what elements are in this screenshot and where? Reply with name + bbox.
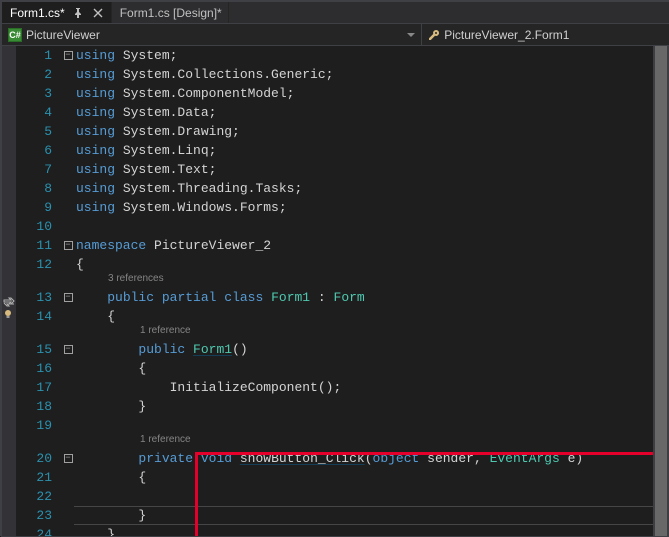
line-number: 4 (16, 103, 62, 122)
fold-toggle[interactable]: − (64, 345, 73, 354)
tab-label: Form1.cs* (10, 6, 65, 20)
codelens-class[interactable]: 3 references (74, 269, 164, 288)
code-editor[interactable]: 1 2 3 4 5 6 7 8 9 10 11 12 13 14 15 16 1… (2, 46, 669, 536)
csharp-project-icon: C# (8, 28, 22, 42)
line-number-gutter: 1 2 3 4 5 6 7 8 9 10 11 12 13 14 15 16 1… (16, 46, 62, 536)
line-number: 6 (16, 141, 62, 160)
line-number: 7 (16, 160, 62, 179)
codelens-handler[interactable]: 1 reference (74, 430, 191, 449)
context-member-dropdown[interactable]: PictureViewer_2.Form1 (422, 24, 669, 45)
vertical-scrollbar[interactable] (653, 46, 669, 536)
line-number: 1 (16, 46, 62, 65)
fold-toggle[interactable]: − (64, 454, 73, 463)
chevron-down-icon[interactable] (407, 31, 415, 39)
line-number: 20 (16, 449, 62, 468)
context-type-dropdown[interactable]: C# PictureViewer (2, 24, 422, 45)
context-right-label: PictureViewer_2.Form1 (444, 28, 569, 42)
close-icon[interactable] (91, 6, 105, 20)
scrollbar-thumb[interactable] (655, 46, 667, 536)
pin-icon[interactable] (71, 6, 85, 20)
indicator-margin (2, 46, 16, 536)
line-number: 5 (16, 122, 62, 141)
context-left-label: PictureViewer (26, 28, 100, 42)
line-number: 17 (16, 378, 62, 397)
line-number: 18 (16, 397, 62, 416)
context-bar: C# PictureViewer PictureViewer_2.Form1 (2, 24, 669, 46)
fold-toggle[interactable]: − (64, 293, 73, 302)
line-number: 23 (16, 506, 62, 525)
line-number: 12 (16, 255, 62, 274)
fold-toggle[interactable]: − (64, 51, 73, 60)
line-number (16, 274, 62, 288)
line-number: 10 (16, 217, 62, 236)
line-number: 14 (16, 307, 62, 326)
swap-icon[interactable] (3, 296, 15, 306)
fold-toggle[interactable]: − (64, 241, 73, 250)
tab-form1-cs[interactable]: Form1.cs* (2, 2, 112, 23)
code-area[interactable]: −using System; using System.Collections.… (62, 46, 669, 536)
line-number (16, 326, 62, 340)
line-number: 2 (16, 65, 62, 84)
line-number: 3 (16, 84, 62, 103)
line-number (16, 435, 62, 449)
line-number: 19 (16, 416, 62, 435)
tab-form1-design[interactable]: Form1.cs [Design]* (112, 2, 229, 23)
codelens-ctor[interactable]: 1 reference (74, 321, 191, 340)
line-number: 21 (16, 468, 62, 487)
line-number: 24 (16, 525, 62, 536)
tab-label: Form1.cs [Design]* (120, 6, 222, 20)
line-number: 16 (16, 359, 62, 378)
lightbulb-icon[interactable] (3, 308, 15, 318)
line-number: 8 (16, 179, 62, 198)
line-number: 15 (16, 340, 62, 359)
line-number: 13 (16, 288, 62, 307)
line-number: 9 (16, 198, 62, 217)
tab-bar: Form1.cs* Form1.cs [Design]* (2, 2, 669, 24)
line-number: 22 (16, 487, 62, 506)
line-number: 11 (16, 236, 62, 255)
wrench-icon (428, 29, 440, 41)
